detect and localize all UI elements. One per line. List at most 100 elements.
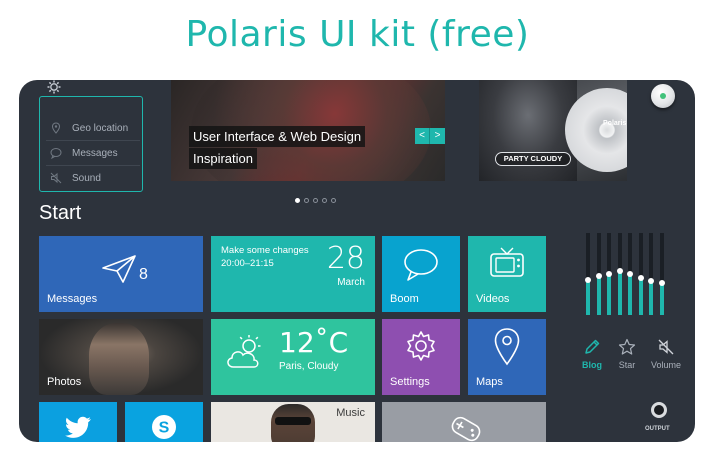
- album-card[interactable]: Polaris PARTY CLOUDY: [479, 80, 627, 181]
- chat-icon: [50, 148, 62, 159]
- eq-handle[interactable]: [616, 268, 623, 274]
- calendar-event: Make some changes 20:00–21:15: [221, 244, 309, 270]
- eq-slider[interactable]: [606, 233, 612, 315]
- gamepad-icon: [451, 416, 481, 442]
- tile-label: Videos: [476, 293, 510, 305]
- power-knob[interactable]: [651, 84, 675, 108]
- eq-slider[interactable]: [585, 233, 591, 315]
- menu-item-label: Geo location: [72, 122, 129, 134]
- menu-item-label: Sound: [72, 172, 101, 184]
- menu-item-geo-location[interactable]: Geo location: [50, 117, 140, 139]
- tile-music[interactable]: Music: [211, 402, 375, 442]
- svg-text:S: S: [159, 420, 170, 437]
- pencil-icon: [585, 339, 600, 354]
- eq-slider[interactable]: [637, 233, 644, 315]
- nav-star[interactable]: Star: [618, 338, 636, 370]
- eq-level: [617, 271, 622, 315]
- tv-icon: [490, 247, 524, 277]
- location-pin-icon: [51, 122, 61, 134]
- menu-item-sound[interactable]: Sound: [50, 167, 140, 189]
- eq-level: [607, 274, 611, 315]
- slider-dots: [295, 198, 336, 203]
- tile-game[interactable]: [382, 402, 546, 442]
- eq-handle[interactable]: [595, 273, 602, 279]
- eq-slider[interactable]: [658, 233, 665, 315]
- eq-handle[interactable]: [585, 277, 591, 283]
- skype-icon: S: [152, 415, 176, 439]
- calendar-note: Make some changes: [221, 245, 309, 256]
- eq-handle[interactable]: [637, 275, 644, 281]
- menu-item-messages[interactable]: Messages: [50, 142, 140, 164]
- eq-handle[interactable]: [658, 280, 665, 286]
- eq-level: [638, 278, 643, 315]
- tile-messages[interactable]: 8 Messages: [39, 236, 203, 312]
- calendar-time: 20:00–21:15: [221, 258, 274, 269]
- eq-level: [586, 280, 590, 315]
- gear-icon[interactable]: [47, 80, 61, 94]
- tile-photos[interactable]: Photos: [39, 319, 203, 395]
- tile-boom[interactable]: Boom: [382, 236, 460, 312]
- eq-handle[interactable]: [627, 271, 633, 277]
- jack-socket: [651, 402, 667, 418]
- eq-level: [628, 274, 632, 315]
- tile-maps[interactable]: Maps: [468, 319, 546, 395]
- output-jack[interactable]: OUTPUT: [637, 398, 695, 442]
- nav-label: Blog: [582, 360, 602, 370]
- tile-label: Maps: [476, 376, 503, 388]
- music-artist-glasses: [275, 417, 311, 425]
- tile-skype[interactable]: S: [125, 402, 203, 442]
- tile-label: Music: [336, 407, 365, 419]
- slider-caption: User Interface & Web Design Inspiration: [189, 126, 366, 170]
- side-menu: Geo location Messages Sound: [39, 96, 143, 192]
- volume-icon: [658, 339, 674, 355]
- slider-caption-line1: User Interface & Web Design: [189, 126, 366, 147]
- tile-label: Boom: [390, 293, 419, 305]
- equalizer: [580, 233, 680, 325]
- slider-prev-button[interactable]: <: [415, 128, 430, 144]
- tile-videos[interactable]: Videos: [468, 236, 546, 312]
- speech-bubble-icon: [404, 249, 438, 281]
- slider-next-button[interactable]: >: [430, 128, 445, 144]
- paper-plane-icon: [102, 255, 136, 283]
- nav-volume[interactable]: Volume: [651, 338, 681, 370]
- weather-city: Paris, Cloudy: [279, 361, 339, 372]
- weather-temperature: 12˚C: [279, 326, 349, 359]
- twitter-icon: [65, 416, 91, 438]
- eq-slider[interactable]: [595, 233, 602, 315]
- gear-icon: [407, 331, 435, 361]
- party-cloudy-button[interactable]: PARTY CLOUDY: [495, 152, 571, 166]
- slider-dot[interactable]: [313, 198, 318, 203]
- map-pin-icon: [494, 328, 520, 366]
- tile-calendar[interactable]: Make some changes 20:00–21:15 28 March: [211, 236, 375, 312]
- eq-slider[interactable]: [648, 233, 654, 315]
- eq-level: [596, 276, 601, 315]
- power-led: [660, 93, 666, 99]
- disc-title: Polaris: [603, 120, 627, 127]
- menu-divider: [46, 140, 140, 141]
- dashboard-panel: Geo location Messages Sound User Interfa…: [19, 80, 695, 442]
- tile-weather[interactable]: 12˚C Paris, Cloudy: [211, 319, 375, 395]
- slider-dot[interactable]: [295, 198, 300, 203]
- tile-settings[interactable]: Settings: [382, 319, 460, 395]
- nav-blog[interactable]: Blog: [582, 338, 602, 370]
- eq-level: [659, 283, 664, 315]
- nav-label: Star: [618, 360, 636, 370]
- eq-slider[interactable]: [616, 233, 623, 315]
- slider-nav: < >: [415, 128, 445, 144]
- hero-slider[interactable]: User Interface & Web Design Inspiration …: [171, 80, 445, 181]
- eq-handle[interactable]: [606, 271, 612, 277]
- calendar-month: March: [337, 277, 365, 288]
- slider-dot[interactable]: [322, 198, 327, 203]
- tile-twitter[interactable]: [39, 402, 117, 442]
- messages-count: 8: [139, 266, 148, 283]
- section-title: Start: [39, 202, 82, 224]
- slider-dot[interactable]: [304, 198, 309, 203]
- menu-divider: [46, 165, 140, 166]
- slider-dot[interactable]: [331, 198, 336, 203]
- eq-handle[interactable]: [648, 278, 654, 284]
- eq-slider[interactable]: [627, 233, 633, 315]
- tile-label: Settings: [390, 376, 430, 388]
- tile-label: Messages: [47, 293, 98, 305]
- tile-label: Photos: [47, 376, 82, 388]
- sound-off-icon: [50, 172, 62, 184]
